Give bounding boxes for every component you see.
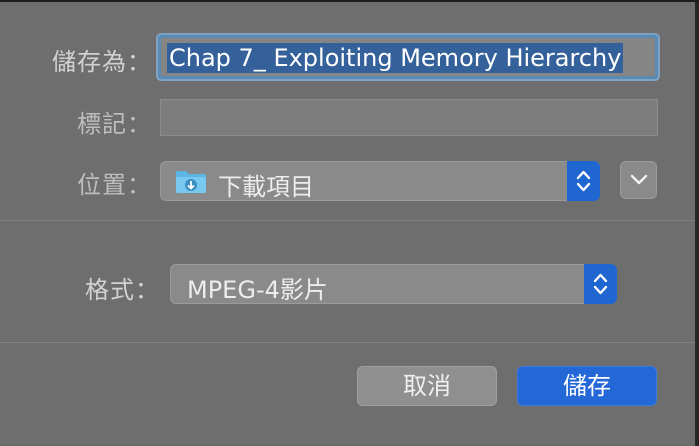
format-value: MPEG-4影片: [187, 276, 328, 304]
filename-input[interactable]: Chap 7_ Exploiting Memory Hierarchy: [158, 35, 658, 79]
up-down-chevron-icon: [576, 170, 591, 192]
format-popup[interactable]: MPEG-4影片: [170, 264, 617, 304]
save-dialog: 儲存為： Chap 7_ Exploiting Memory Hierarchy…: [0, 0, 699, 446]
where-popup[interactable]: 下載項目: [160, 161, 600, 201]
up-down-chevron-icon: [593, 273, 608, 295]
downloads-folder-icon: [175, 170, 207, 198]
expand-dialog-button[interactable]: [620, 161, 657, 199]
where-label: 位置：: [77, 171, 152, 199]
where-value: 下載項目: [218, 173, 314, 201]
tags-label: 標記：: [77, 110, 152, 138]
where-stepper[interactable]: [567, 161, 600, 201]
format-label: 格式：: [85, 276, 160, 304]
format-stepper[interactable]: [584, 264, 617, 304]
divider-top: [0, 220, 695, 221]
chevron-down-icon: [630, 174, 648, 185]
save-button[interactable]: 儲存: [517, 366, 657, 406]
divider-bottom: [0, 342, 695, 343]
save-as-label: 儲存為：: [52, 48, 152, 76]
filename-text[interactable]: Chap 7_ Exploiting Memory Hierarchy: [167, 43, 624, 73]
tags-input[interactable]: [160, 99, 658, 136]
window-edge: [695, 2, 699, 446]
cancel-button[interactable]: 取消: [357, 366, 497, 406]
